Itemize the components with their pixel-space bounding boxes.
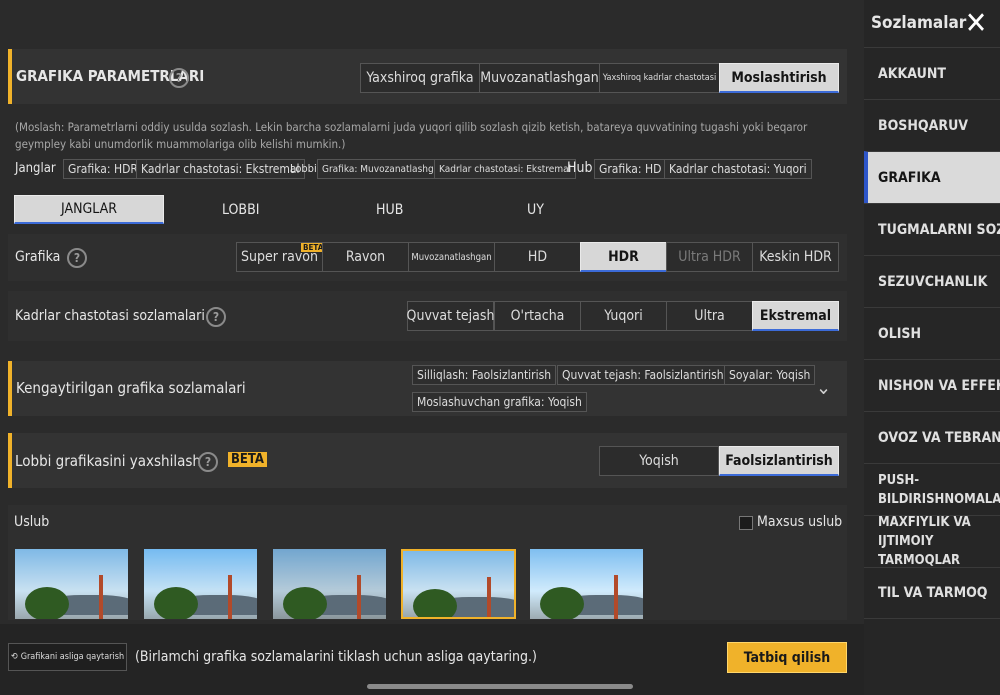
sidebar-item-crosshair-effects[interactable]: NISHON VA EFFEKTLAR (864, 359, 1000, 411)
preset-better-fps[interactable]: Yaxshiroq kadrlar chastotasi (599, 63, 720, 93)
accent-bar (8, 49, 12, 104)
quality-balanced[interactable]: Muvozanatlashgan (408, 242, 495, 272)
help-icon[interactable]: ? (169, 68, 189, 88)
tab-hub[interactable]: HUB (376, 202, 403, 218)
tower-shape (614, 575, 618, 619)
summary-hub-grafika: Grafika: HD (594, 159, 667, 179)
chevron-down-icon[interactable]: ⌄ (816, 375, 831, 399)
lobby-disable[interactable]: Faolsizlantirish (719, 446, 839, 476)
quality-hd[interactable]: HD (494, 242, 581, 272)
tower-shape (357, 575, 361, 619)
style-thumbnail[interactable] (15, 549, 128, 619)
reset-hint: (Birlamchi grafika sozlamalarini tiklash… (135, 649, 537, 665)
sidebar-item-push[interactable]: PUSH-BILDIRISHNOMALAR (864, 463, 1000, 515)
tree-shape (283, 587, 327, 619)
summary-lobbi-grafika: Grafika: Muvozanatlashgan (317, 159, 450, 179)
graphics-params-panel: GRAFIKA PARAMETRLARI ? Yaxshiroq grafika… (8, 49, 847, 104)
style-thumbnail[interactable] (144, 549, 257, 619)
chip-adaptive: Moslashuvchan grafika: Yoqish (412, 392, 587, 412)
tower-shape (228, 575, 232, 619)
reset-graphics-button[interactable]: ⟲ Grafikani asliga qaytarish (8, 643, 127, 671)
home-indicator (367, 684, 633, 689)
summary-janglar-fps: Kadrlar chastotasi: Ekstremal (136, 159, 305, 179)
accent-bar (8, 361, 12, 416)
tab-lobbi[interactable]: LOBBI (222, 202, 259, 218)
sidebar-item-customize-buttons[interactable]: TUGMALARNI SOZLASH (864, 203, 1000, 255)
reset-graphics-label: Grafikani asliga qaytarish (20, 652, 125, 662)
advanced-graphics-title: Kengaytirilgan grafika sozlamalari (16, 379, 246, 397)
chip-power-saving: Quvvat tejash: Faolsizlantirish (557, 365, 729, 385)
summary-janglar-label: Janglar (15, 161, 56, 176)
advanced-graphics-panel[interactable]: Kengaytirilgan grafika sozlamalari Silli… (8, 361, 847, 416)
fps-row: Kadrlar chastotasi sozlamalari ? Quvvat … (8, 291, 847, 341)
preset-better-graphics[interactable]: Yaxshiroq grafika (360, 63, 480, 93)
chip-antialiasing: Silliqlash: Faolsizlantirish (412, 365, 557, 385)
graphics-quality-row: Grafika ? Super ravon BETA Ravon Muvozan… (8, 234, 847, 281)
sidebar-item-account[interactable]: AKKAUNT (864, 47, 1000, 99)
tree-shape (413, 589, 457, 617)
lobby-enhance-title: Lobbi grafikasini yaxshilash (15, 452, 201, 470)
tower-shape (99, 575, 103, 619)
preset-balanced[interactable]: Muvozanatlashgan (479, 63, 600, 93)
summary-lobbi-label: Lobbi (290, 162, 317, 175)
quality-smooth[interactable]: Ravon (322, 242, 409, 272)
summary-janglar-grafika: Grafika: HDR (63, 159, 143, 179)
tower-shape (487, 577, 491, 617)
graphics-quality-label: Grafika (15, 249, 61, 265)
tree-shape (540, 587, 584, 619)
custom-style-label: Maxsus uslub (757, 514, 843, 530)
sidebar-item-controls[interactable]: BOSHQARUV (864, 99, 1000, 151)
page-title: Sozlamalar (871, 13, 967, 33)
tab-janglar[interactable]: JANGLAR (14, 195, 164, 224)
help-icon[interactable]: ? (67, 248, 87, 268)
help-icon[interactable]: ? (206, 307, 226, 327)
tree-shape (25, 587, 69, 619)
sidebar-item-graphics[interactable]: GRAFIKA (864, 151, 1000, 203)
close-icon[interactable]: ✕ (960, 8, 992, 40)
undo-icon: ⟲ (10, 652, 18, 662)
sidebar-item-sound-vibration[interactable]: OVOZ VA TEBRANISH (864, 411, 1000, 463)
fps-medium[interactable]: O'rtacha (494, 301, 581, 331)
sidebar-item-pickup[interactable]: OLISH (864, 307, 1000, 359)
summary-hub-label: Hub (567, 160, 593, 176)
style-thumbnail[interactable] (530, 549, 643, 619)
apply-button[interactable]: Tatbiq qilish (727, 642, 847, 673)
custom-style-checkbox[interactable] (739, 516, 753, 530)
fps-extreme[interactable]: Ekstremal (752, 301, 839, 331)
quality-ultra-hdr[interactable]: Ultra HDR (666, 242, 753, 272)
summary-hub-fps: Kadrlar chastotasi: Yuqori (664, 159, 812, 179)
quality-sharp-hdr[interactable]: Keskin HDR (752, 242, 839, 272)
quality-hdr[interactable]: HDR (580, 242, 667, 272)
lobby-enable[interactable]: Yoqish (599, 446, 719, 476)
style-thumbnail-selected[interactable] (401, 549, 516, 619)
sidebar-item-language-network[interactable]: TIL VA TARMOQ (864, 567, 1000, 619)
style-thumbnail[interactable] (273, 549, 386, 619)
fps-label: Kadrlar chastotasi sozlamalari (15, 308, 205, 324)
chip-shadows: Soyalar: Yoqish (724, 365, 816, 385)
style-title: Uslub (14, 514, 50, 530)
sidebar-item-privacy[interactable]: MAXFIYLIK VA IJTIMOIY TARMOQLAR (864, 515, 1000, 567)
lobby-enhance-panel: Lobbi grafikasini yaxshilash ? BETA Yoqi… (8, 433, 847, 488)
summary-lobbi-fps: Kadrlar chastotasi: Ekstremal (434, 159, 577, 179)
tab-uy[interactable]: UY (527, 202, 544, 218)
sidebar-item-sensitivity[interactable]: SEZUVCHANLIK (864, 255, 1000, 307)
fps-high[interactable]: Yuqori (580, 301, 667, 331)
accent-bar (8, 433, 12, 488)
fps-power-saving[interactable]: Quvvat tejash (407, 301, 494, 331)
tree-shape (154, 587, 198, 619)
beta-badge: BETA (228, 452, 267, 467)
help-icon[interactable]: ? (198, 452, 218, 472)
graphics-description: (Moslash: Parametrlarni oddiy usulda soz… (15, 120, 808, 151)
preset-custom[interactable]: Moslashtirish (719, 63, 839, 93)
fps-ultra[interactable]: Ultra (666, 301, 753, 331)
